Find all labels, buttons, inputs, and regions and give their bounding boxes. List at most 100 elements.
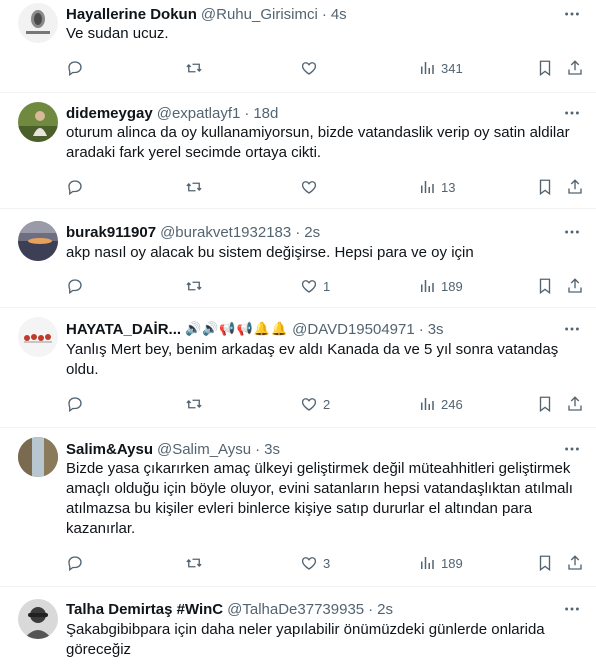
display-name[interactable]: HAYATA_DAİR...: [66, 321, 181, 338]
like-button[interactable]: 1: [300, 276, 330, 296]
more-icon[interactable]: [562, 222, 582, 242]
user-handle[interactable]: @Ruhu_Girisimci: [201, 6, 318, 23]
avatar[interactable]: [18, 221, 58, 261]
name-emoji: 🔊🔊📢📢🔔🔔: [185, 321, 289, 336]
views-button[interactable]: 13: [418, 177, 455, 197]
share-icon: [568, 396, 582, 411]
views-icon: [421, 280, 434, 292]
user-handle[interactable]: @expatlayf1: [157, 105, 241, 122]
views-count: 13: [441, 179, 456, 195]
tweet[interactable]: burak911907 @burakvet1932183 · 2s akp na…: [0, 209, 596, 308]
views-icon: [421, 557, 434, 569]
action-bar: 1 189: [0, 276, 596, 296]
tweet[interactable]: HAYATA_DAİR... 🔊🔊📢📢🔔🔔 @DAVD19504971 · 3s…: [0, 308, 596, 428]
reply-icon: [68, 61, 82, 77]
avatar[interactable]: [18, 3, 58, 43]
more-icon[interactable]: [562, 439, 582, 459]
display-name[interactable]: Talha Demirtaş #WinC: [66, 601, 223, 618]
display-name[interactable]: burak911907: [66, 224, 156, 241]
more-icon[interactable]: [562, 319, 582, 339]
retweet-button[interactable]: [185, 58, 203, 78]
tweet-header: didemeygay @expatlayf1 · 18d: [66, 103, 556, 123]
like-icon: [301, 557, 317, 570]
more-icon[interactable]: [562, 599, 582, 619]
share-button[interactable]: [566, 553, 584, 573]
share-button[interactable]: [566, 58, 584, 78]
bookmark-button[interactable]: [536, 58, 554, 78]
timestamp[interactable]: 3s: [264, 441, 280, 458]
reply-button[interactable]: [66, 553, 89, 573]
display-name[interactable]: Salim&Aysu: [66, 441, 153, 458]
tweet-text: oturum alinca da oy kullanamiyorsun, biz…: [66, 124, 570, 161]
reply-icon: [68, 397, 82, 413]
bookmark-icon: [539, 60, 551, 77]
avatar[interactable]: [18, 102, 58, 142]
retweet-button[interactable]: [185, 177, 203, 197]
user-handle[interactable]: @TalhaDe37739935: [227, 601, 364, 618]
views-icon: [421, 62, 434, 74]
user-handle[interactable]: @Salim_Aysu: [157, 441, 251, 458]
tweet-text: Ve sudan ucuz.: [66, 25, 169, 42]
display-name[interactable]: Hayallerine Dokun: [66, 6, 197, 23]
bookmark-icon: [539, 396, 551, 413]
reply-icon: [68, 279, 82, 295]
like-count: 3: [323, 555, 331, 571]
retweet-icon: [186, 558, 202, 568]
user-handle[interactable]: @burakvet1932183: [160, 224, 291, 241]
bookmark-icon: [539, 278, 551, 295]
views-icon: [421, 398, 434, 410]
bookmark-button[interactable]: [536, 276, 554, 296]
bookmark-button[interactable]: [536, 394, 554, 414]
bookmark-button[interactable]: [536, 553, 554, 573]
retweet-icon: [186, 281, 202, 291]
tweet-header: Salim&Aysu @Salim_Aysu · 3s: [66, 439, 556, 459]
reply-button[interactable]: [66, 394, 89, 414]
tweet[interactable]: Talha Demirtaş #WinC @TalhaDe37739935 · …: [0, 587, 596, 671]
reply-button[interactable]: [66, 177, 89, 197]
bookmark-button[interactable]: [536, 177, 554, 197]
share-button[interactable]: [566, 276, 584, 296]
action-bar: 2 246: [0, 394, 596, 414]
share-icon: [568, 60, 582, 75]
like-icon: [301, 280, 317, 293]
tweet[interactable]: didemeygay @expatlayf1 · 18d oturum alin…: [0, 93, 596, 209]
timestamp[interactable]: 18d: [253, 105, 278, 122]
like-icon: [301, 398, 317, 411]
reply-button[interactable]: [66, 276, 89, 296]
like-button[interactable]: [300, 177, 323, 197]
reply-button[interactable]: [66, 58, 89, 78]
views-button[interactable]: 189: [418, 276, 463, 296]
share-button[interactable]: [566, 394, 584, 414]
timestamp[interactable]: 4s: [331, 6, 347, 23]
views-count: 246: [441, 396, 463, 412]
views-count: 341: [441, 60, 463, 76]
display-name[interactable]: didemeygay: [66, 105, 153, 122]
share-button[interactable]: [566, 177, 584, 197]
timestamp[interactable]: 2s: [377, 601, 393, 618]
reply-feed: Hayallerine Dokun @Ruhu_Girisimci · 4s V…: [0, 0, 596, 671]
avatar[interactable]: [18, 437, 58, 477]
tweet-header: HAYATA_DAİR... 🔊🔊📢📢🔔🔔 @DAVD19504971 · 3s: [66, 319, 556, 339]
timestamp[interactable]: 2s: [304, 224, 320, 241]
like-icon: [301, 62, 317, 75]
avatar[interactable]: [18, 599, 58, 639]
user-handle[interactable]: @DAVD19504971: [292, 321, 415, 338]
like-button[interactable]: 3: [300, 553, 330, 573]
views-button[interactable]: 189: [418, 553, 463, 573]
tweet[interactable]: Salim&Aysu @Salim_Aysu · 3s Bizde yasa ç…: [0, 428, 596, 587]
action-bar: 13: [0, 177, 596, 197]
more-icon[interactable]: [562, 103, 582, 123]
like-button[interactable]: 2: [300, 394, 330, 414]
views-button[interactable]: 246: [418, 394, 463, 414]
retweet-button[interactable]: [185, 276, 203, 296]
more-icon[interactable]: [562, 4, 582, 24]
tweet[interactable]: Hayallerine Dokun @Ruhu_Girisimci · 4s V…: [0, 0, 596, 93]
retweet-button[interactable]: [185, 553, 203, 573]
timestamp[interactable]: 3s: [428, 321, 444, 338]
views-button[interactable]: 341: [418, 58, 463, 78]
like-button[interactable]: [300, 58, 323, 78]
share-icon: [568, 278, 582, 293]
avatar[interactable]: [18, 317, 58, 357]
action-bar: 3 189: [0, 553, 596, 573]
retweet-button[interactable]: [185, 394, 203, 414]
